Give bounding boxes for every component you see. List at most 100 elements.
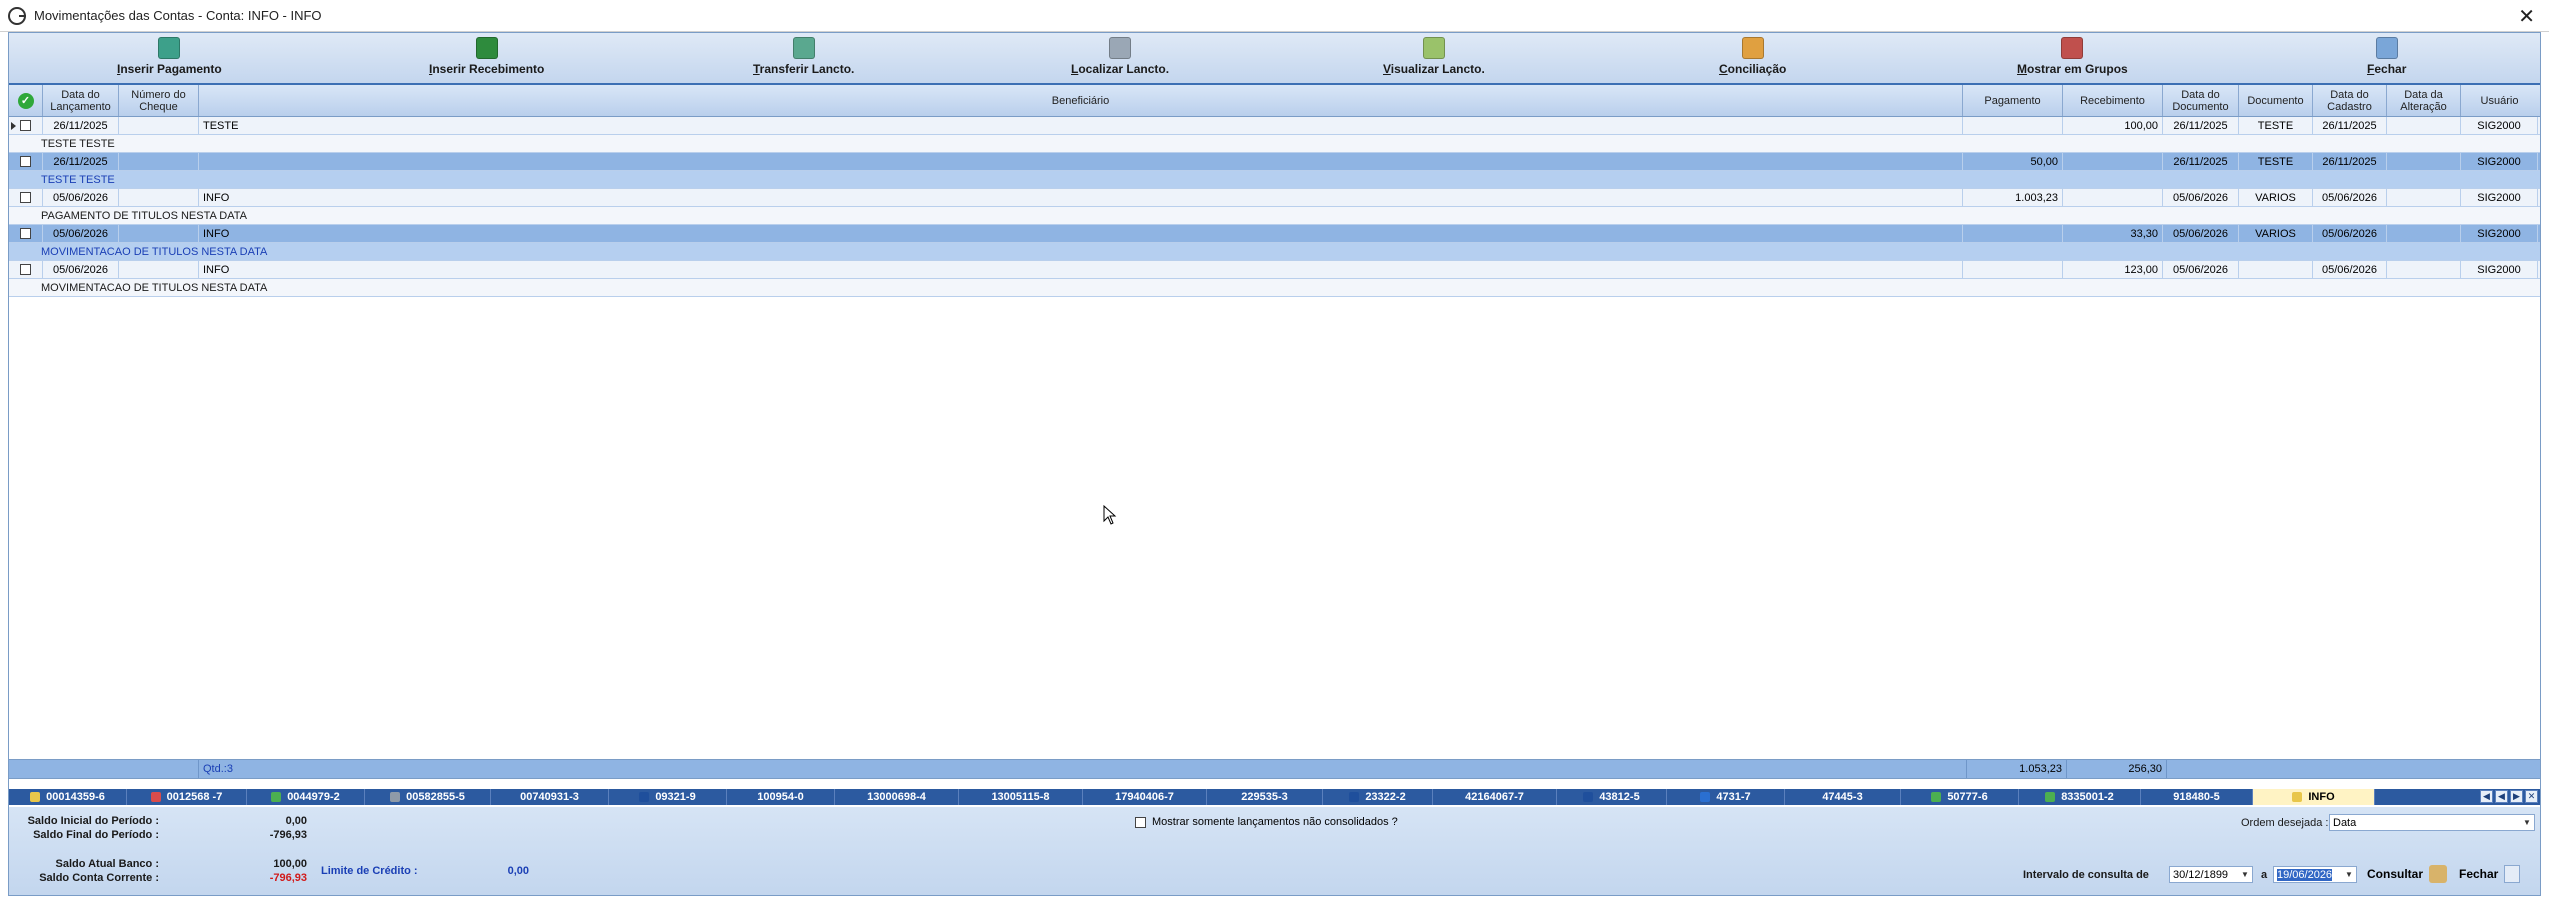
table-row[interactable]: 26/11/2025 50,00 26/11/2025 TESTE 26/11/2025… — [9, 153, 2540, 171]
col-usuario[interactable]: Usuário — [2461, 85, 2538, 116]
table-row[interactable]: 05/06/2026 INFO 1.003,23 05/06/2026 VARIOS 05… — [9, 189, 2540, 207]
row-checkbox[interactable] — [9, 225, 43, 242]
saldo-final-value: -796,93 — [269, 829, 307, 841]
row-detail: MOVIMENTACAO DE TITULOS NESTA DATA — [9, 279, 2540, 297]
cell-usuario: SIG2000 — [2461, 225, 2538, 242]
saldo-inicial-label: Saldo Inicial do Período : — [27, 815, 159, 827]
bank-logo-icon — [1583, 792, 1594, 802]
account-tab[interactable]: 42164067-7 — [1433, 789, 1557, 805]
col-pagamento[interactable]: Pagamento — [1963, 85, 2063, 116]
cell-data-documento: 26/11/2025 — [2163, 153, 2239, 170]
close-icon[interactable]: ✕ — [2518, 4, 2535, 29]
cell-data-documento: 05/06/2026 — [2163, 225, 2239, 242]
row-detail: MOVIMENTACAO DE TITULOS NESTA DATA — [9, 243, 2540, 261]
view-entry-button[interactable]: Visualizar Lancto. — [1383, 37, 1485, 76]
col-data-cadastro[interactable]: Data do Cadastro — [2313, 85, 2387, 116]
account-tab[interactable]: 100954-0 — [727, 789, 835, 805]
insert-payment-button[interactable]: Inserir Pagamento — [117, 37, 222, 76]
table-row[interactable]: 26/11/2025 TESTE 100,00 26/11/2025 TESTE 26/1… — [9, 117, 2540, 135]
bank-logo-icon — [2045, 792, 2056, 802]
saldo-inicial-value: 0,00 — [285, 815, 307, 827]
prev-tab-icon[interactable]: ◀ — [2495, 790, 2508, 803]
account-tab-label: 43812-5 — [1599, 791, 1640, 803]
cell-data-cadastro: 26/11/2025 — [2313, 153, 2387, 170]
checkbox[interactable] — [20, 228, 31, 239]
fechar-button[interactable]: Fechar — [2459, 865, 2521, 883]
search-entry-button[interactable]: Localizar Lancto. — [1071, 37, 1169, 76]
reconcile-icon — [1741, 37, 1764, 59]
cell-pagamento — [1963, 261, 2063, 278]
main-frame: Inserir Pagamento Inserir Recebimento Tr… — [8, 32, 2541, 896]
account-tab[interactable]: INFO — [2253, 789, 2375, 805]
title-bar: Movimentações das Contas - Conta: INFO -… — [0, 0, 2549, 32]
ordem-select[interactable]: Data ▼ — [2329, 814, 2535, 831]
account-tab-list: 00014359-6 0012568 -7 0044979-2 00582855-5 0… — [9, 789, 2375, 805]
cell-usuario: SIG2000 — [2461, 189, 2538, 206]
cell-pagamento — [1963, 225, 2063, 242]
account-tab[interactable]: 43812-5 — [1557, 789, 1667, 805]
account-tab[interactable]: 13000698-4 — [835, 789, 959, 805]
col-data-documento[interactable]: Data do Documento — [2163, 85, 2239, 116]
table-row[interactable]: 05/06/2026 INFO 123,00 05/06/2026 05/06/2026… — [9, 261, 2540, 279]
account-tab[interactable]: 47445-3 — [1785, 789, 1901, 805]
cell-beneficiario: INFO — [199, 189, 1963, 206]
col-data-alteracao[interactable]: Data da Alteração — [2387, 85, 2461, 116]
account-tab[interactable]: 00014359-6 — [9, 789, 127, 805]
account-tab[interactable]: 23322-2 — [1323, 789, 1433, 805]
account-tab[interactable]: 0012568 -7 — [127, 789, 247, 805]
close-toolbar-button[interactable]: Fechar — [2367, 37, 2406, 76]
account-tab[interactable]: 13005115-8 — [959, 789, 1083, 805]
account-tab[interactable]: 918480-5 — [2141, 789, 2253, 805]
account-tab[interactable]: 09321-9 — [609, 789, 727, 805]
row-checkbox[interactable] — [9, 189, 43, 206]
date-from-input[interactable]: 30/12/1899 ▼ — [2169, 866, 2253, 883]
date-to-input[interactable]: 19/06/2026 ▼ — [2273, 866, 2357, 883]
cell-documento — [2239, 261, 2313, 278]
account-tab[interactable]: 8335001-2 — [2019, 789, 2141, 805]
account-tab[interactable]: 17940406-7 — [1083, 789, 1207, 805]
insert-receipt-button[interactable]: Inserir Recebimento — [429, 37, 544, 76]
row-checkbox[interactable] — [9, 261, 43, 278]
mouse-cursor-icon — [1103, 505, 1117, 525]
transactions-grid: ✓ Data do Lançamento Número do Cheque Be… — [9, 85, 2540, 297]
cell-recebimento — [2063, 189, 2163, 206]
show-groups-button[interactable]: Mostrar em Grupos — [2017, 37, 2128, 76]
account-tab-label: 00740931-3 — [520, 791, 579, 803]
reconcile-button[interactable]: Conciliação — [1719, 37, 1786, 76]
account-tab[interactable]: 50777-6 — [1901, 789, 2019, 805]
row-checkbox[interactable] — [9, 117, 43, 134]
checkbox[interactable] — [20, 192, 31, 203]
check-all-icon: ✓ — [17, 92, 34, 109]
transfer-button[interactable]: Transferir Lancto. — [753, 37, 854, 76]
account-tab-label: 8335001-2 — [2061, 791, 2114, 803]
bank-logo-icon — [1700, 792, 1711, 802]
consolidados-label: Mostrar somente lançamentos não consolid… — [1152, 816, 1398, 828]
close-tab-icon[interactable]: ✕ — [2525, 790, 2538, 803]
consolidados-checkbox[interactable] — [1135, 817, 1146, 828]
cell-data-lancamento: 05/06/2026 — [43, 261, 119, 278]
select-all-button[interactable]: ✓ — [9, 85, 43, 116]
col-beneficiario[interactable]: Beneficiário — [199, 85, 1963, 116]
binoculars-icon — [2429, 865, 2448, 883]
account-tab[interactable]: 229535-3 — [1207, 789, 1323, 805]
row-checkbox[interactable] — [9, 153, 43, 170]
account-tab-label: 0044979-2 — [287, 791, 340, 803]
account-tab[interactable]: 4731-7 — [1667, 789, 1785, 805]
col-documento[interactable]: Documento — [2239, 85, 2313, 116]
account-tab[interactable]: 00740931-3 — [491, 789, 609, 805]
checkbox[interactable] — [20, 264, 31, 275]
account-tab[interactable]: 00582855-5 — [365, 789, 491, 805]
table-row[interactable]: 05/06/2026 INFO 33,30 05/06/2026 VARIOS 05/06… — [9, 225, 2540, 243]
account-tab-label: 13000698-4 — [867, 791, 926, 803]
first-tab-icon[interactable]: ◀ — [2480, 790, 2493, 803]
checkbox[interactable] — [20, 156, 31, 167]
next-tab-icon[interactable]: ▶ — [2510, 790, 2523, 803]
exit-icon — [2375, 37, 2398, 59]
col-recebimento[interactable]: Recebimento — [2063, 85, 2163, 116]
col-numero-cheque[interactable]: Número do Cheque — [119, 85, 199, 116]
consultar-button[interactable]: Consultar — [2367, 865, 2448, 883]
col-data-lancamento[interactable]: Data do Lançamento — [43, 85, 119, 116]
account-tab-label: 918480-5 — [2173, 791, 2220, 803]
account-tab[interactable]: 0044979-2 — [247, 789, 365, 805]
checkbox[interactable] — [20, 120, 31, 131]
